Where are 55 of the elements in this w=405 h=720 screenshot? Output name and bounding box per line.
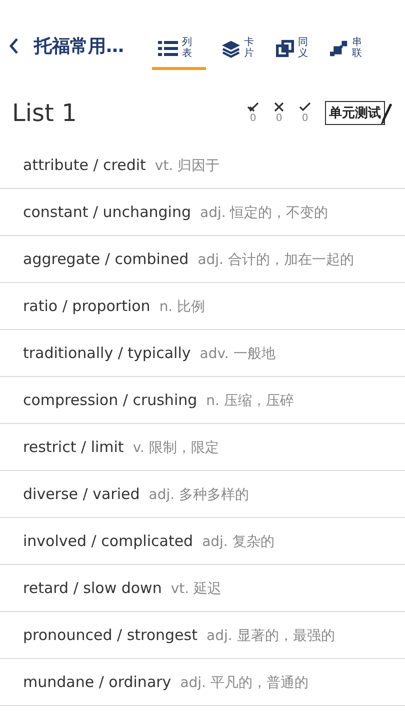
cross-icon (273, 102, 285, 112)
word-term: involved / complicated (23, 532, 194, 550)
unit-test-button[interactable]: 单元测试 (325, 101, 385, 125)
layers-icon (222, 38, 240, 58)
word-meaning: n. 比例 (159, 298, 206, 316)
page-title: 托福常用… (34, 35, 125, 58)
double-check-icon (247, 102, 259, 112)
word-row[interactable]: pronounced / strongest adj. 显著的，最强的 (0, 612, 405, 659)
connected-squares-icon (330, 38, 348, 58)
word-meaning: adj. 显著的，最强的 (206, 627, 335, 645)
word-term: traditionally / typically (23, 344, 191, 362)
word-meaning: adj. 恒定的，不变的 (200, 204, 328, 222)
word-term: restrict / limit (23, 438, 124, 456)
word-meaning: vt. 归因于 (154, 157, 220, 175)
tab[interactable]: 列表 (152, 29, 206, 70)
tab[interactable]: 串联 (324, 29, 368, 70)
word-term: pronounced / strongest (23, 626, 198, 644)
word-row[interactable]: ratio / proportion n. 比例 (0, 283, 405, 330)
count: 0 (250, 114, 256, 124)
word-term: constant / unchanging (23, 203, 191, 221)
word-meaning: v. 限制，限定 (132, 439, 219, 457)
list-title: List 1 (12, 99, 78, 127)
word-row[interactable]: attribute / credit vt. 归因于 (0, 142, 405, 189)
word-row[interactable]: restrict / limit v. 限制，限定 (0, 424, 405, 471)
word-row[interactable]: mundane / ordinary adj. 平凡的，普通的 (0, 659, 405, 706)
word-term: diverse / varied (23, 485, 140, 503)
word-term: retard / slow down (23, 579, 162, 597)
pen-icon (381, 102, 393, 124)
word-term: attribute / credit (23, 156, 146, 174)
word-row[interactable]: compression / crushing n. 压缩，压碎 (0, 377, 405, 424)
word-meaning: vt. 延迟 (170, 580, 222, 598)
word-row[interactable]: involved / complicated adj. 复杂的 (0, 518, 405, 565)
word-meaning: adj. 合计的，加在一起的 (198, 251, 354, 269)
word-term: mundane / ordinary (23, 673, 172, 691)
word-term: compression / crushing (23, 391, 198, 409)
count: 0 (302, 114, 308, 124)
list-icon (158, 38, 178, 58)
tab[interactable]: 卡片 (216, 29, 260, 70)
word-term: aggregate / combined (23, 250, 189, 268)
word-meaning: n. 压缩，压碎 (206, 392, 294, 410)
word-row[interactable]: retard / slow down vt. 延迟 (0, 565, 405, 612)
count: 0 (276, 114, 282, 124)
word-row[interactable]: aggregate / combined adj. 合计的，加在一起的 (0, 236, 405, 283)
tab[interactable]: 同义 (270, 29, 314, 70)
word-row[interactable]: diverse / varied adj. 多种多样的 (0, 471, 405, 518)
word-row[interactable]: constant / unchanging adj. 恒定的，不变的 (0, 189, 405, 236)
word-meaning: adj. 复杂的 (202, 533, 274, 551)
word-term: ratio / proportion (23, 297, 150, 315)
word-meaning: adv. 一般地 (200, 345, 276, 363)
back-icon[interactable] (8, 37, 20, 55)
word-meaning: adj. 平凡的，普通的 (180, 674, 308, 692)
word-row[interactable]: traditionally / typically adv. 一般地 (0, 330, 405, 377)
word-meaning: adj. 多种多样的 (148, 486, 250, 504)
check-icon (299, 102, 311, 112)
overlapping-squares-icon (276, 38, 294, 58)
